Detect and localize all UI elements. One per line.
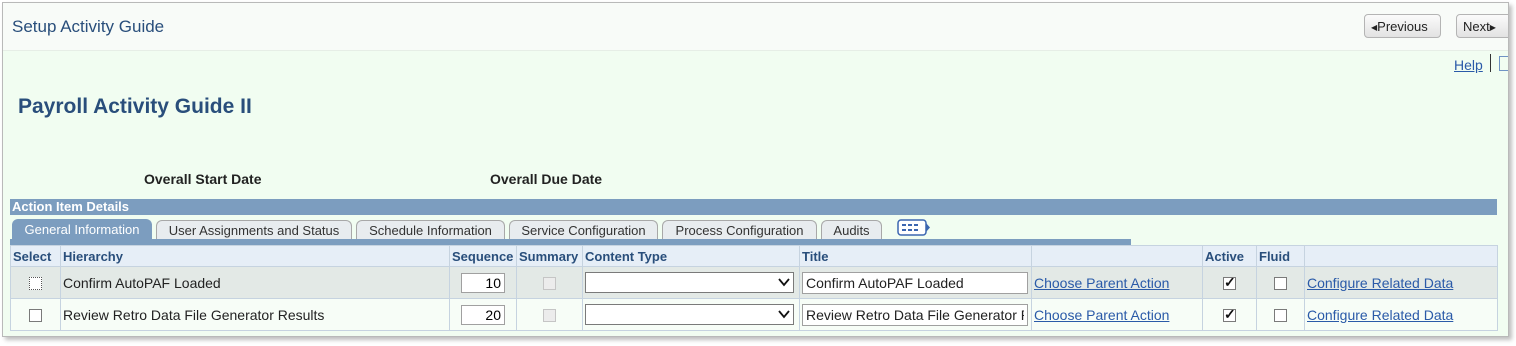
active-checkbox[interactable] (1223, 306, 1236, 323)
help-separator (1490, 54, 1491, 72)
configure-related-data-link[interactable]: Configure Related Data (1307, 275, 1453, 291)
chevron-down-icon (778, 278, 790, 287)
select-cell (10, 266, 61, 299)
parent-cell: Choose Parent Action (1031, 298, 1203, 331)
summary-checkbox (543, 277, 556, 291)
content-type-select[interactable] (585, 304, 794, 325)
title-cell (799, 298, 1032, 331)
next-label: Next (1463, 19, 1490, 34)
sequence-input[interactable] (461, 272, 505, 293)
related-cell: Configure Related Data (1304, 298, 1498, 331)
tab-schedule-information[interactable]: Schedule Information (356, 220, 505, 240)
table-row: Confirm AutoPAF Loaded Choose Parent Act… (10, 266, 1498, 299)
chevron-down-icon (778, 310, 790, 319)
col-sequence-header: Sequence (449, 245, 517, 267)
summary-cell (516, 266, 583, 299)
title-cell (799, 266, 1032, 299)
action-items-table: Select Hierarchy Sequence Summary Conten… (10, 245, 1498, 331)
overall-due-date-label: Overall Due Date (490, 171, 603, 187)
col-active-header: Active (1202, 245, 1257, 267)
activity-guide-window: Setup Activity Guide ◀Previous Next▶ Hel… (2, 2, 1509, 337)
col-content-type-header: Content Type (582, 245, 800, 267)
configure-related-data-link[interactable]: Configure Related Data (1307, 307, 1453, 323)
page-title: Payroll Activity Guide II (18, 95, 252, 118)
select-checkbox[interactable] (29, 277, 42, 291)
page-menu-icon[interactable] (1499, 56, 1508, 71)
sequence-cell (449, 266, 517, 299)
select-cell (10, 298, 61, 331)
hierarchy-cell: Confirm AutoPAF Loaded (60, 266, 450, 299)
app-title: Setup Activity Guide (12, 17, 165, 36)
related-cell: Configure Related Data (1304, 266, 1498, 299)
grid-header: Action Item Details (10, 199, 1497, 215)
next-button[interactable]: Next▶ (1456, 14, 1508, 38)
parent-cell: Choose Parent Action (1031, 266, 1203, 299)
triangle-right-icon: ▶ (1489, 23, 1496, 32)
tab-service-configuration[interactable]: Service Configuration (509, 220, 658, 240)
action-item-details-grid: Action Item Details General Information … (10, 199, 1498, 331)
previous-button[interactable]: ◀Previous (1364, 14, 1441, 38)
active-checkbox[interactable] (1223, 274, 1236, 291)
content-type-cell (582, 266, 800, 299)
summary-checkbox (543, 309, 556, 323)
content-type-select[interactable] (585, 272, 794, 293)
content-type-cell (582, 298, 800, 331)
col-parent-header (1031, 245, 1203, 267)
overall-start-date-label: Overall Start Date (144, 171, 262, 187)
title-input[interactable] (802, 303, 1028, 326)
tab-user-assignments-and-status[interactable]: User Assignments and Status (156, 220, 352, 240)
col-hierarchy-header: Hierarchy (60, 245, 450, 267)
active-cell (1202, 266, 1257, 299)
col-title-header: Title (799, 245, 1032, 267)
col-related-header (1304, 245, 1498, 267)
col-fluid-header: Fluid (1256, 245, 1305, 267)
hierarchy-cell: Review Retro Data File Generator Results (60, 298, 450, 331)
active-cell (1202, 298, 1257, 331)
choose-parent-action-link[interactable]: Choose Parent Action (1034, 275, 1169, 291)
show-all-columns-icon[interactable] (897, 219, 931, 237)
help-link[interactable]: Help (1454, 57, 1483, 73)
col-select-header: Select (10, 245, 61, 267)
tab-audits[interactable]: Audits (821, 220, 882, 240)
select-checkbox[interactable] (29, 309, 42, 323)
table-row: Review Retro Data File Generator Results… (10, 298, 1498, 331)
table-header-row: Select Hierarchy Sequence Summary Conten… (10, 245, 1498, 267)
fluid-checkbox[interactable] (1274, 309, 1287, 323)
summary-cell (516, 298, 583, 331)
sequence-input[interactable] (461, 304, 505, 325)
choose-parent-action-link[interactable]: Choose Parent Action (1034, 307, 1169, 323)
fluid-cell (1256, 298, 1305, 331)
title-input[interactable] (802, 271, 1028, 294)
tab-strip: General Information User Assignments and… (10, 215, 1497, 242)
tab-process-configuration[interactable]: Process Configuration (662, 220, 817, 240)
top-bar: Setup Activity Guide ◀Previous Next▶ (3, 3, 1508, 51)
previous-label: Previous (1377, 19, 1428, 34)
fluid-checkbox[interactable] (1274, 277, 1287, 291)
col-summary-header: Summary (516, 245, 583, 267)
fluid-cell (1256, 266, 1305, 299)
sequence-cell (449, 298, 517, 331)
